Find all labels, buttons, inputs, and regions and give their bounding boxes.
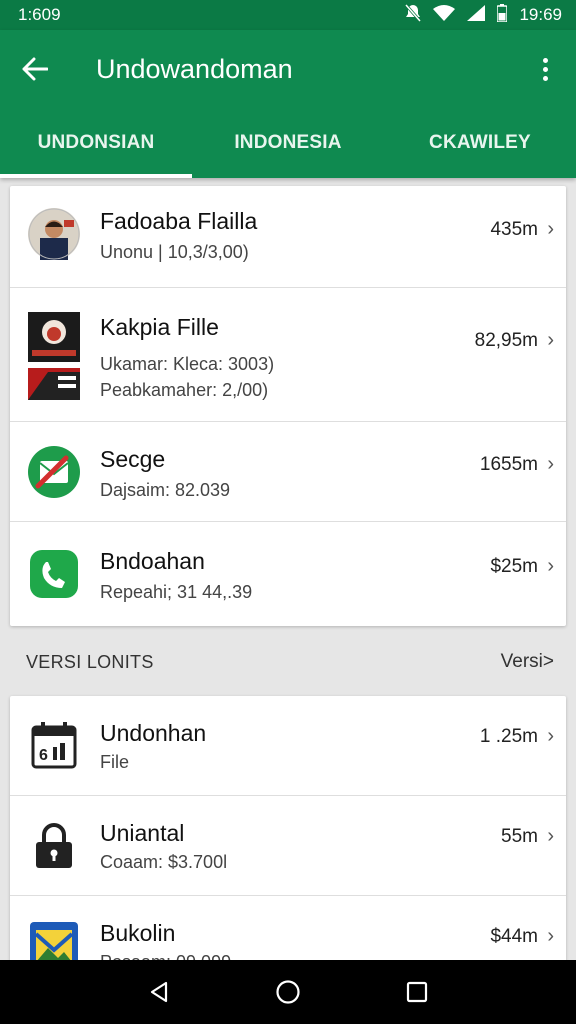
svg-text:6: 6 bbox=[39, 747, 48, 764]
list-item[interactable]: Kakpia Fille Ukamar: Kleca: 3003) Peabka… bbox=[10, 288, 566, 422]
status-clock: 19:69 bbox=[519, 5, 562, 24]
chevron-right-icon: › bbox=[547, 925, 554, 947]
mail-icon bbox=[28, 446, 80, 498]
section-more-link[interactable]: Versi> bbox=[501, 651, 554, 673]
tab-undonsian[interactable]: UNDONSIAN bbox=[0, 108, 192, 178]
item-subtitle: Unonu | 10,3/3,00) bbox=[100, 242, 249, 262]
item-subtitle-secondary: Peabkamaher: 2,/00) bbox=[100, 380, 269, 400]
phone-icon bbox=[28, 548, 80, 600]
item-title: Uniantal bbox=[100, 820, 185, 846]
arrow-left-icon bbox=[22, 57, 48, 81]
square-recents-icon bbox=[406, 981, 427, 1003]
item-title: Secge bbox=[100, 446, 166, 472]
item-size: 435m bbox=[490, 219, 538, 240]
item-subtitle: Dajsaim: 82.039 bbox=[100, 480, 231, 500]
signal-icon bbox=[467, 4, 486, 26]
item-subtitle: Ukamar: Kleca: 3003) bbox=[100, 354, 275, 374]
item-size: 82,95m bbox=[474, 330, 538, 351]
chevron-right-icon: › bbox=[547, 825, 554, 847]
item-subtitle: Repeahi; 31 44,.39 bbox=[100, 582, 253, 602]
item-size: $25m bbox=[490, 556, 538, 577]
list-item[interactable]: Secge Dajsaim: 82.039 1655m › bbox=[10, 422, 566, 522]
tab-indonesia[interactable]: INDONESIA bbox=[192, 108, 384, 178]
list-item[interactable]: Uniantal Coaam: $3.700l 55m › bbox=[10, 796, 566, 896]
list-item[interactable]: Bndoahan Repeahi; 31 44,.39 $25m › bbox=[10, 522, 566, 626]
chevron-right-icon: › bbox=[547, 453, 554, 475]
item-subtitle: Coaam: $3.700l bbox=[100, 852, 228, 872]
item-title: Undonhan bbox=[100, 720, 207, 746]
battery-icon bbox=[496, 3, 509, 27]
status-icons: 19:69 bbox=[405, 3, 562, 27]
item-size: 55m bbox=[501, 826, 538, 847]
system-nav-bar bbox=[0, 960, 576, 1024]
item-title: Fadoaba Flailla bbox=[100, 208, 258, 234]
chevron-right-icon: › bbox=[547, 725, 554, 747]
list-item[interactable]: Fadoaba Flailla Unonu | 10,3/3,00) 435m … bbox=[10, 186, 566, 288]
nav-home-button[interactable] bbox=[268, 972, 308, 1012]
item-size: 1655m bbox=[479, 454, 538, 475]
tab-bar: UNDONSIAN INDONESIA CKAWILEY bbox=[0, 108, 576, 178]
back-button[interactable] bbox=[0, 30, 70, 108]
versions-card: 6 Undonhan File 1 .25m › Uniantal Coaam:… bbox=[10, 696, 566, 966]
item-size: 1 .25m bbox=[479, 726, 538, 747]
item-size: $44m bbox=[490, 926, 538, 947]
item-title: Kakpia Fille bbox=[100, 314, 219, 340]
item-title: Bukolin bbox=[100, 920, 176, 946]
triangle-back-icon bbox=[151, 981, 168, 1003]
notification-muted-icon bbox=[405, 4, 422, 26]
media-thumbnail-icon bbox=[28, 312, 80, 400]
tab-ckawiley[interactable]: CKAWILEY bbox=[384, 108, 576, 178]
item-subtitle: File bbox=[100, 752, 130, 772]
app-bar: Undowandoman UNDONSIAN INDONESIA CKAWILE… bbox=[0, 30, 576, 178]
section-header: VERSI LONITS Versi> bbox=[0, 630, 576, 694]
more-vert-icon bbox=[542, 57, 548, 63]
lock-icon bbox=[28, 820, 80, 872]
status-bar: 1:609 19:69 bbox=[0, 0, 576, 30]
chevron-right-icon: › bbox=[547, 329, 554, 351]
list-item[interactable]: 6 Undonhan File 1 .25m › bbox=[10, 696, 566, 796]
calendar-icon: 6 bbox=[28, 720, 80, 772]
toolbar: Undowandoman bbox=[0, 30, 576, 108]
nav-back-button[interactable] bbox=[139, 972, 179, 1012]
circle-home-icon bbox=[276, 980, 300, 1004]
list-item[interactable]: Bukolin Posaam: 09.099 $44m › bbox=[10, 896, 566, 966]
more-options-button[interactable] bbox=[528, 52, 562, 86]
nav-recents-button[interactable] bbox=[397, 972, 437, 1012]
wifi-icon bbox=[433, 4, 456, 26]
chevron-right-icon: › bbox=[547, 555, 554, 577]
status-time: 1:609 bbox=[18, 5, 61, 24]
files-card: Fadoaba Flailla Unonu | 10,3/3,00) 435m … bbox=[10, 186, 566, 626]
avatar bbox=[28, 208, 80, 260]
app-title: Undowandoman bbox=[96, 53, 293, 84]
item-title: Bndoahan bbox=[100, 548, 205, 574]
section-title: VERSI LONITS bbox=[26, 652, 154, 672]
chevron-right-icon: › bbox=[547, 218, 554, 240]
